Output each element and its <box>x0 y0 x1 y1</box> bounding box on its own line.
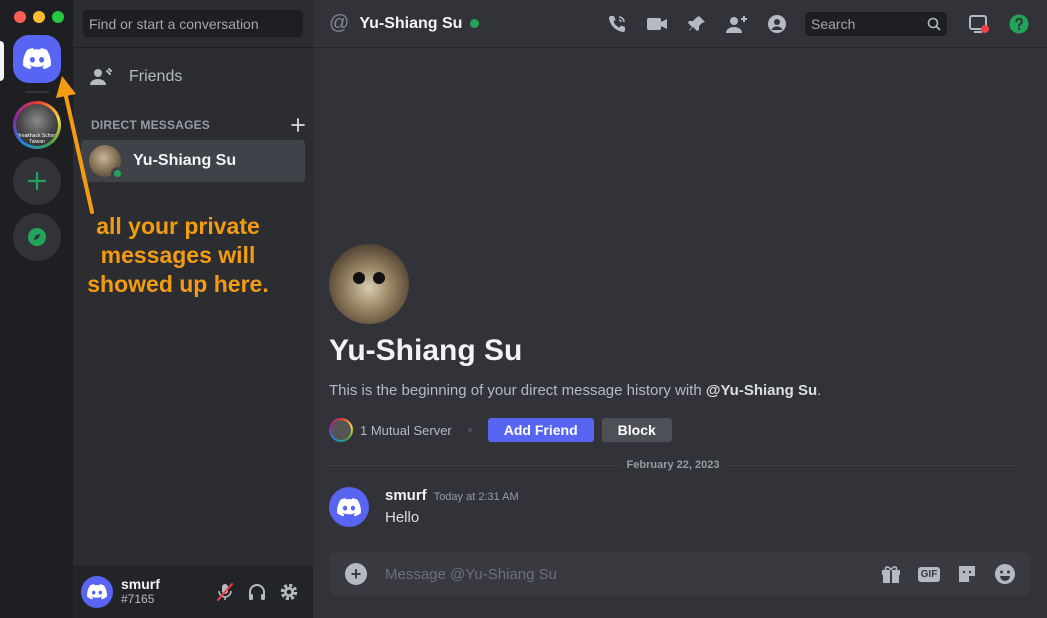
mute-button[interactable] <box>209 576 241 608</box>
sticker-icon <box>959 566 975 582</box>
mutual-server-icon <box>329 418 353 442</box>
message-header: smurf Today at 2:31 AM <box>385 487 519 504</box>
intro-description: This is the beginning of your direct mes… <box>329 382 821 399</box>
date-divider: February 22, 2023 <box>329 456 1018 474</box>
mutual-server-link[interactable]: 1 Mutual Server <box>360 423 452 438</box>
friends-label: Friends <box>129 68 183 85</box>
search-icon <box>927 17 941 31</box>
user-profile-icon <box>768 15 786 33</box>
user-tag: #7165 <box>121 592 155 606</box>
divider-line <box>725 464 1018 466</box>
window-zoom-button[interactable] <box>52 11 64 23</box>
dm-section-header: DIRECT MESSAGES <box>91 118 305 132</box>
avatar-eye <box>353 272 365 284</box>
gift-icon <box>882 566 900 583</box>
video-camera-icon <box>647 18 667 30</box>
annotation-arrow-icon <box>56 76 94 214</box>
mutual-row: 1 Mutual Server Add Friend Block <box>329 418 672 442</box>
user-profile-button[interactable] <box>765 12 789 36</box>
rail-separator <box>25 91 49 93</box>
friends-nav-item[interactable]: Friends <box>81 58 305 96</box>
emoji-button[interactable] <box>993 562 1017 586</box>
message-composer: + Message @Yu-Shiang Su GIF <box>329 552 1031 596</box>
video-call-button[interactable] <box>645 12 669 36</box>
discord-logo-icon <box>337 497 361 516</box>
separator-dot <box>467 428 472 432</box>
find-conversation-input[interactable]: Find or start a conversation <box>83 10 303 37</box>
user-settings-button[interactable] <box>273 576 305 608</box>
user-avatar[interactable] <box>81 576 113 608</box>
deafen-button[interactable] <box>241 576 273 608</box>
add-friends-to-dm-button[interactable] <box>725 12 749 36</box>
phone-call-icon <box>609 16 625 32</box>
inbox-button[interactable] <box>967 12 991 36</box>
user-names[interactable]: smurf #7165 <box>121 577 209 607</box>
profile-avatar <box>329 244 409 324</box>
user-panel: smurf #7165 <box>73 566 313 618</box>
discord-logo-icon <box>87 584 107 600</box>
emoji-smile-icon <box>995 564 1015 584</box>
online-status-icon <box>470 19 480 28</box>
sticker-button[interactable] <box>955 562 979 586</box>
mic-muted-icon <box>217 583 233 601</box>
message-input[interactable]: Message @Yu-Shiang Su <box>385 566 879 583</box>
chat-header: @ Yu-Shiang Su Search <box>313 0 1047 48</box>
annotation-text: all your private messages will showed up… <box>87 213 269 297</box>
explore-servers-button[interactable] <box>13 213 61 261</box>
message-avatar[interactable] <box>329 487 369 527</box>
voice-call-button[interactable] <box>605 12 629 36</box>
message-author[interactable]: smurf <box>385 487 427 504</box>
pin-icon <box>688 16 705 31</box>
gift-button[interactable] <box>879 562 903 586</box>
window-minimize-button[interactable] <box>33 11 45 23</box>
dm-item-name: Yu-Shiang Su <box>133 152 237 169</box>
divider-line <box>329 464 621 466</box>
selected-indicator <box>0 41 4 81</box>
search-placeholder: Search <box>811 16 856 32</box>
window-close-button[interactable] <box>14 11 26 23</box>
avatar-eye <box>373 272 385 284</box>
message-timestamp: Today at 2:31 AM <box>433 491 519 503</box>
help-button[interactable] <box>1007 12 1031 36</box>
headphones-icon <box>249 584 265 600</box>
block-button[interactable]: Block <box>601 418 672 442</box>
pinned-messages-button[interactable] <box>685 12 709 36</box>
add-friend-button[interactable]: Add Friend <box>487 418 594 442</box>
online-status-icon <box>111 167 124 180</box>
gear-icon <box>280 583 298 601</box>
sidebar-divider <box>73 47 313 48</box>
header-toolbar: Search <box>605 0 1047 48</box>
discord-logo-icon <box>23 48 51 70</box>
help-icon <box>1009 14 1029 34</box>
gif-icon: GIF <box>917 566 941 582</box>
intro-mention: @Yu-Shiang Su <box>705 382 818 399</box>
chat-title: Yu-Shiang Su <box>359 14 463 32</box>
plus-icon <box>27 171 47 191</box>
intro-desc-prefix: This is the beginning of your direct mes… <box>329 382 706 399</box>
gif-button[interactable]: GIF <box>917 562 941 586</box>
username: smurf <box>121 576 160 592</box>
search-input[interactable]: Search <box>805 12 947 36</box>
inbox-icon <box>969 15 989 33</box>
intro-desc-suffix: . <box>817 382 822 399</box>
dm-list-item[interactable]: Yu-Shiang Su <box>81 140 305 182</box>
date-divider-label: February 22, 2023 <box>626 459 720 471</box>
upload-plus-icon[interactable]: + <box>345 563 367 585</box>
compass-icon <box>28 228 46 246</box>
profile-name: Yu-Shiang Su <box>329 334 523 367</box>
create-dm-plus-icon[interactable] <box>291 118 305 132</box>
message-text: Hello <box>385 509 420 526</box>
at-symbol-icon: @ <box>329 12 350 34</box>
add-user-icon <box>726 16 747 33</box>
main-chat: @ Yu-Shiang Su Search Yu-Shiang Su This … <box>313 0 1047 618</box>
